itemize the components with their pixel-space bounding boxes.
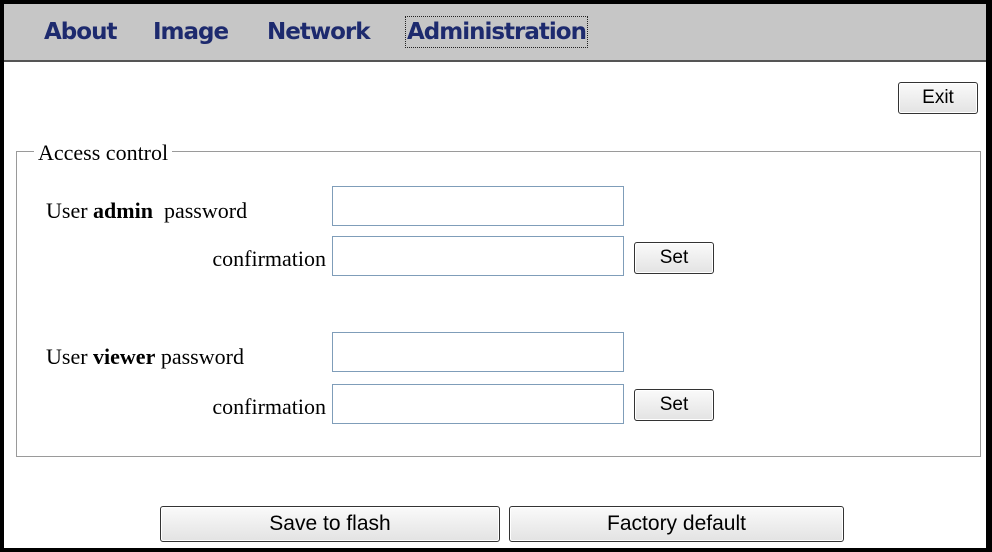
nav-about[interactable]: About: [44, 18, 117, 46]
admin-confirmation-input[interactable]: [332, 236, 624, 276]
access-control-legend: Access control: [34, 140, 173, 166]
viewer-confirmation-input[interactable]: [332, 384, 624, 424]
admin-confirmation-label: confirmation: [212, 246, 326, 271]
viewer-password-input[interactable]: [332, 332, 624, 372]
viewer-password-label: User viewer password: [46, 344, 244, 369]
admin-password-label: User admin password: [46, 198, 248, 223]
nav-image[interactable]: Image: [153, 18, 229, 46]
nav-network[interactable]: Network: [267, 18, 371, 46]
page-frame: About Image Network Administration Exit …: [4, 4, 986, 548]
factory-default-button[interactable]: Factory default: [509, 506, 844, 542]
admin-set-button[interactable]: Set: [634, 242, 714, 274]
viewer-confirmation-label: confirmation: [212, 394, 326, 419]
viewer-set-button[interactable]: Set: [634, 389, 714, 421]
top-nav: About Image Network Administration: [4, 4, 986, 62]
save-to-flash-button[interactable]: Save to flash: [160, 506, 500, 542]
nav-administration[interactable]: Administration: [405, 16, 588, 48]
viewer-username: viewer: [93, 344, 156, 369]
exit-button[interactable]: Exit: [898, 82, 978, 114]
admin-username: admin: [93, 198, 153, 223]
admin-password-input[interactable]: [332, 186, 624, 226]
